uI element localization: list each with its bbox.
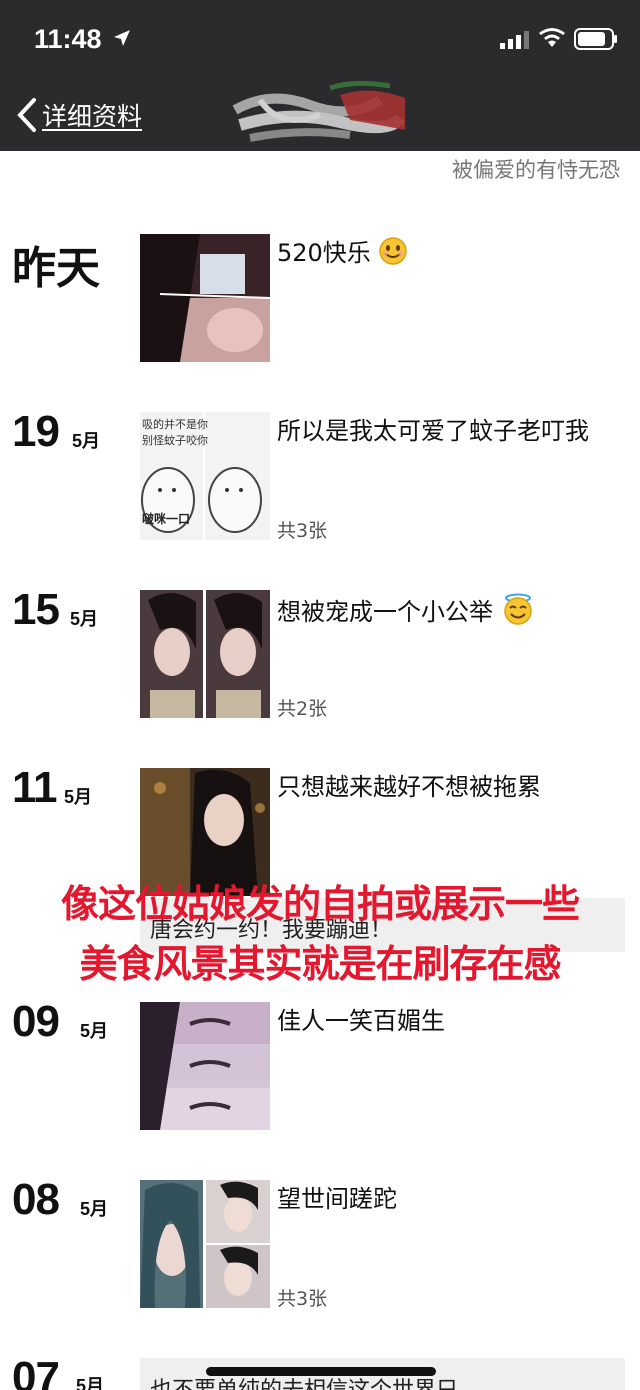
post-date-month: 5月 bbox=[64, 787, 93, 807]
post-date-day: 11 bbox=[12, 763, 58, 812]
post-date-month: 5月 bbox=[80, 1199, 109, 1219]
photo-count: 共3张 bbox=[277, 520, 328, 542]
meme-text-1: 吸的并不是你 bbox=[142, 418, 208, 431]
post-caption: 想被宠成一个小公举 bbox=[277, 592, 622, 629]
back-button[interactable]: 详细资料 bbox=[14, 97, 142, 133]
post-date-day: 15 bbox=[12, 585, 60, 634]
post-date-day: 07 bbox=[12, 1353, 60, 1390]
post-date-month: 5月 bbox=[76, 1376, 105, 1390]
photo-count: 共2张 bbox=[277, 698, 328, 720]
back-label: 详细资料 bbox=[42, 102, 143, 131]
post-photo-grid[interactable] bbox=[140, 590, 270, 718]
nav-bar: 详细资料 bbox=[0, 76, 640, 151]
status-bar: 11:48 bbox=[0, 0, 640, 76]
meme-sticker-text: 啵咪一口 bbox=[142, 512, 191, 526]
post-date-day: 19 bbox=[12, 407, 60, 456]
post-caption: 望世间蹉跎 bbox=[277, 1185, 397, 1213]
photo-count: 共3张 bbox=[277, 1288, 328, 1310]
overlay-caption-line-2: 美食风景其实就是在刷存在感 bbox=[79, 942, 561, 986]
chevron-left-icon bbox=[17, 98, 36, 132]
post-date-month: 5月 bbox=[72, 431, 101, 451]
post-date-day: 昨天 bbox=[12, 243, 100, 294]
status-time: 11:48 bbox=[34, 24, 102, 54]
meme-text-2: 别怪蚊子咬你 bbox=[142, 434, 208, 447]
post-date-day: 08 bbox=[12, 1175, 60, 1224]
post-caption: 佳人一笑百媚生 bbox=[277, 1007, 445, 1035]
post-caption: 520快乐 bbox=[277, 236, 622, 270]
profile-signature: 被偏爱的有恃无恐 bbox=[452, 158, 620, 182]
post-caption: 只想越来越好不想被拖累 bbox=[277, 773, 541, 801]
post-date-day: 09 bbox=[12, 997, 60, 1046]
battery-icon bbox=[574, 28, 617, 50]
post-caption: 所以是我太可爱了蚊子老叮我 bbox=[277, 417, 589, 445]
text-post-content: 也不要单纯的去相信这个世界只 bbox=[150, 1378, 458, 1390]
halo-emoji-icon bbox=[503, 593, 532, 625]
post-photo[interactable] bbox=[140, 234, 270, 362]
smile-emoji-icon bbox=[379, 237, 408, 265]
post-photo[interactable] bbox=[140, 1002, 270, 1130]
post-photo-grid[interactable] bbox=[140, 1180, 270, 1308]
post-date-month: 5月 bbox=[80, 1021, 109, 1041]
censored-name-scribble bbox=[232, 80, 406, 142]
post-photo-grid[interactable]: 吸的并不是你 别怪蚊子咬你 啵咪一口 bbox=[140, 412, 270, 540]
cellular-signal-icon bbox=[500, 31, 529, 49]
post-date-month: 5月 bbox=[70, 609, 99, 629]
overlay-caption-line-1: 像这位姑娘发的自拍或展示一些 bbox=[60, 882, 580, 926]
location-arrow-icon bbox=[114, 30, 130, 46]
home-indicator[interactable] bbox=[206, 1367, 436, 1376]
wifi-icon bbox=[539, 28, 565, 47]
